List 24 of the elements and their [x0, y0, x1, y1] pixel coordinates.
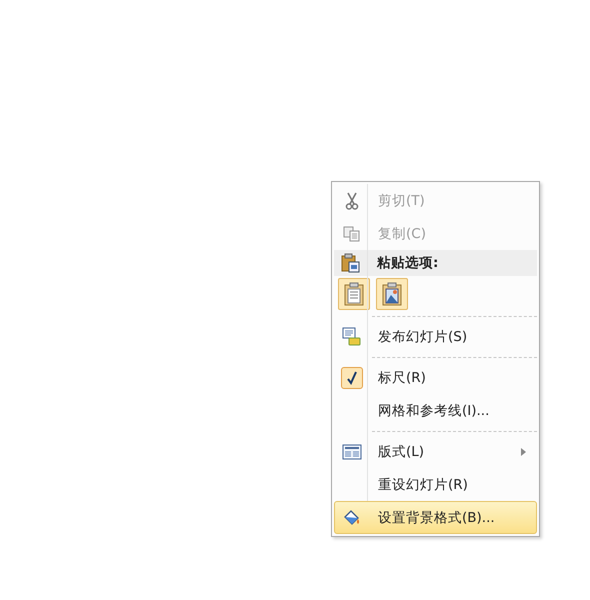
checkmark-icon [346, 370, 358, 384]
menu-item[interactable]: 标尺(R) [334, 361, 537, 394]
menu-item-label: 剪切(T) [378, 192, 425, 210]
menu-item[interactable]: 设置背景格式(B)... [334, 501, 537, 534]
menu-item[interactable]: 发布幻灯片(S) [334, 320, 537, 353]
menu-item[interactable]: 网格和参考线(I)... [334, 394, 537, 427]
layout-icon [342, 444, 362, 460]
menu-item[interactable]: 重设幻灯片(R) [334, 468, 537, 501]
header-label: 粘贴选项: [377, 254, 438, 272]
menu-item-label: 发布幻灯片(S) [378, 328, 468, 346]
slides-icon [342, 326, 362, 346]
menu-item[interactable]: 版式(L) [334, 435, 537, 468]
copy-icon [343, 226, 361, 242]
menu-item-label: 设置背景格式(B)... [378, 508, 495, 526]
paint-bucket-icon [342, 508, 362, 526]
menu-item-label: 复制(C) [378, 224, 426, 242]
paste-text-button[interactable] [338, 278, 370, 310]
menu-item-label: 重设幻灯片(R) [378, 476, 468, 494]
paste-picture-button[interactable] [376, 278, 408, 310]
menu-item-label: 网格和参考线(I)... [378, 402, 490, 420]
menu-item-label: 标尺(R) [378, 368, 426, 386]
clipboard-icon [341, 253, 361, 273]
scissors-icon [345, 192, 359, 210]
menu-item-label: 版式(L) [378, 442, 424, 460]
